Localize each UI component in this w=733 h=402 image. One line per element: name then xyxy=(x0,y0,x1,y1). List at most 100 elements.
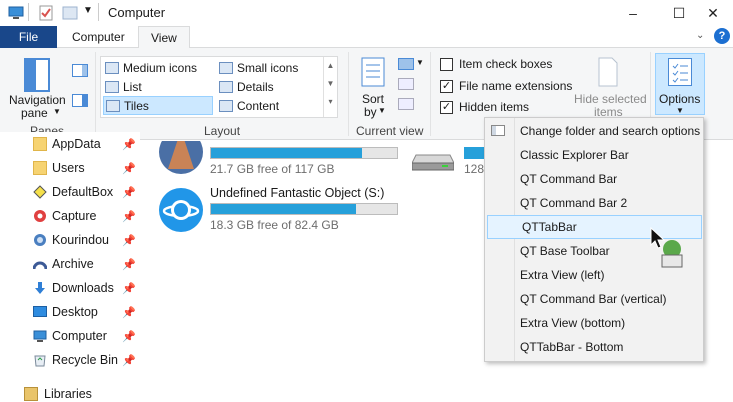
drive-name[interactable]: Undefined Fantastic Object (S:) xyxy=(210,186,384,200)
hidden-items-label[interactable]: Hidden items xyxy=(459,100,529,114)
pin-icon[interactable]: 📌 xyxy=(122,354,136,367)
options-button[interactable]: Options ▼ xyxy=(655,53,705,115)
file-name-extensions-checkbox[interactable]: ✓ xyxy=(440,80,453,93)
nav-item-label: AppData xyxy=(52,137,101,151)
divider xyxy=(98,3,99,21)
pin-icon[interactable]: 📌 xyxy=(122,210,136,223)
hide-selected-items-icon[interactable] xyxy=(596,56,620,88)
pin-icon[interactable]: 📌 xyxy=(122,138,136,151)
tiles-icon xyxy=(106,99,120,112)
collapse-ribbon-icon[interactable]: ⌄ xyxy=(696,30,704,41)
drive-usage-fill xyxy=(464,147,484,159)
layout-gallery: Medium icons Small icons List Details Ti… xyxy=(100,56,338,118)
downloads-icon xyxy=(33,281,47,295)
current-view-group-label: Current view xyxy=(356,124,424,138)
content-icon xyxy=(219,99,233,112)
nav-item-archive[interactable]: Archive 📌 xyxy=(0,252,140,276)
tab-computer[interactable]: Computer xyxy=(60,26,137,48)
hide-selected-label-1[interactable]: Hide selected xyxy=(574,92,647,106)
hidden-items-checkbox[interactable]: ✓ xyxy=(440,101,453,114)
add-columns-icon[interactable] xyxy=(398,78,414,90)
group-separator xyxy=(430,52,431,136)
sort-by-label-1[interactable]: Sort xyxy=(362,92,384,106)
sort-by-label-2[interactable]: by xyxy=(364,105,377,119)
layout-item-label: Details xyxy=(237,79,274,94)
nav-item-recycle-bin[interactable]: Recycle Bin 📌 xyxy=(0,348,140,372)
nav-item-label: Libraries xyxy=(44,387,92,401)
preview-pane-icon[interactable] xyxy=(72,64,88,77)
archive-icon xyxy=(32,257,48,271)
item-check-boxes-label[interactable]: Item check boxes xyxy=(459,57,552,71)
chevron-down-icon[interactable]: ▼ xyxy=(416,58,424,67)
recycle-bin-icon xyxy=(33,353,47,367)
nav-item-defaultbox[interactable]: DefaultBox 📌 xyxy=(0,180,140,204)
nav-item-libraries[interactable]: Libraries xyxy=(0,382,140,402)
menu-item-qt-command-bar[interactable]: QT Command Bar xyxy=(486,167,702,191)
new-folder-icon[interactable] xyxy=(62,5,78,21)
layout-small-icons[interactable]: Small icons xyxy=(219,58,298,77)
help-icon[interactable]: ? xyxy=(714,28,730,44)
pin-icon[interactable]: 📌 xyxy=(122,330,136,343)
close-button[interactable]: ✕ xyxy=(693,0,733,26)
drive-free-space: 18.3 GB free of 82.4 GB xyxy=(210,218,339,232)
chevron-down-icon[interactable]: ▼ xyxy=(378,106,386,115)
pin-icon[interactable]: 📌 xyxy=(122,258,136,271)
menu-item-qttabbar-bottom[interactable]: QTTabBar - Bottom xyxy=(486,335,702,359)
computer-icon[interactable] xyxy=(8,5,24,21)
options-icon xyxy=(668,58,692,86)
chevron-down-icon: ▼ xyxy=(676,106,684,115)
drive-free-space: 21.7 GB free of 117 GB xyxy=(210,162,335,176)
customize-quick-access-icon[interactable]: ▼ xyxy=(83,5,93,16)
sandbox-icon xyxy=(33,185,47,199)
layout-content[interactable]: Content xyxy=(219,96,279,115)
folder-icon xyxy=(33,161,47,175)
nav-item-users[interactable]: Users 📌 xyxy=(0,156,140,180)
nav-item-desktop[interactable]: Desktop 📌 xyxy=(0,300,140,324)
layout-scroll[interactable]: ▲ ▼ ▾ xyxy=(323,57,337,117)
pin-icon[interactable]: 📌 xyxy=(122,306,136,319)
menu-item-change-folder-options[interactable]: Change folder and search options xyxy=(486,119,702,143)
menu-item-extra-view-bottom[interactable]: Extra View (bottom) xyxy=(486,311,702,335)
menu-item-qt-command-bar-2[interactable]: QT Command Bar 2 xyxy=(486,191,702,215)
kourindou-icon xyxy=(33,233,47,247)
navigation-pane-icon[interactable] xyxy=(24,58,50,92)
size-columns-icon[interactable] xyxy=(398,98,414,110)
computer-icon xyxy=(33,329,47,343)
menu-item-classic-explorer-bar[interactable]: Classic Explorer Bar xyxy=(486,143,702,167)
nav-item-label: Archive xyxy=(52,257,94,271)
nav-item-kourindou[interactable]: Kourindou 📌 xyxy=(0,228,140,252)
drive-icon[interactable] xyxy=(158,141,204,179)
drive-icon[interactable] xyxy=(158,187,204,233)
hard-drive-icon[interactable] xyxy=(411,149,455,171)
title-bar: ▼ Computer – ☐ ✕ xyxy=(0,0,733,26)
group-by-icon[interactable] xyxy=(398,58,414,70)
pin-icon[interactable]: 📌 xyxy=(122,186,136,199)
folder-icon xyxy=(33,137,47,151)
nav-item-computer[interactable]: Computer 📌 xyxy=(0,324,140,348)
nav-item-capture[interactable]: Capture 📌 xyxy=(0,204,140,228)
layout-list[interactable]: List xyxy=(105,77,142,96)
navigation-pane-label-2[interactable]: pane xyxy=(21,106,48,120)
drive-free-space: 128 xyxy=(464,162,485,176)
pin-icon[interactable]: 📌 xyxy=(122,162,136,175)
nav-item-appdata[interactable]: AppData 📌 xyxy=(0,132,140,156)
menu-item-qt-command-bar-vertical[interactable]: QT Command Bar (vertical) xyxy=(486,287,702,311)
nav-item-downloads[interactable]: Downloads 📌 xyxy=(0,276,140,300)
group-separator xyxy=(95,52,96,136)
properties-icon[interactable] xyxy=(38,5,54,21)
tab-file[interactable]: File xyxy=(0,26,57,48)
tab-view[interactable]: View xyxy=(138,26,190,49)
file-name-extensions-label[interactable]: File name extensions xyxy=(459,79,572,93)
minimize-button[interactable]: – xyxy=(613,0,653,26)
layout-tiles[interactable]: Tiles xyxy=(103,96,213,115)
item-check-boxes-checkbox[interactable] xyxy=(440,58,453,71)
details-pane-icon[interactable] xyxy=(72,94,88,107)
capture-icon xyxy=(33,209,47,223)
pin-icon[interactable]: 📌 xyxy=(122,234,136,247)
layout-details[interactable]: Details xyxy=(219,77,274,96)
pin-icon[interactable]: 📌 xyxy=(122,282,136,295)
layout-medium-icons[interactable]: Medium icons xyxy=(105,58,197,77)
sort-by-icon[interactable] xyxy=(360,56,386,88)
chevron-down-icon[interactable]: ▼ xyxy=(53,107,61,116)
navigation-pane-label-1[interactable]: Navigation xyxy=(9,93,66,107)
